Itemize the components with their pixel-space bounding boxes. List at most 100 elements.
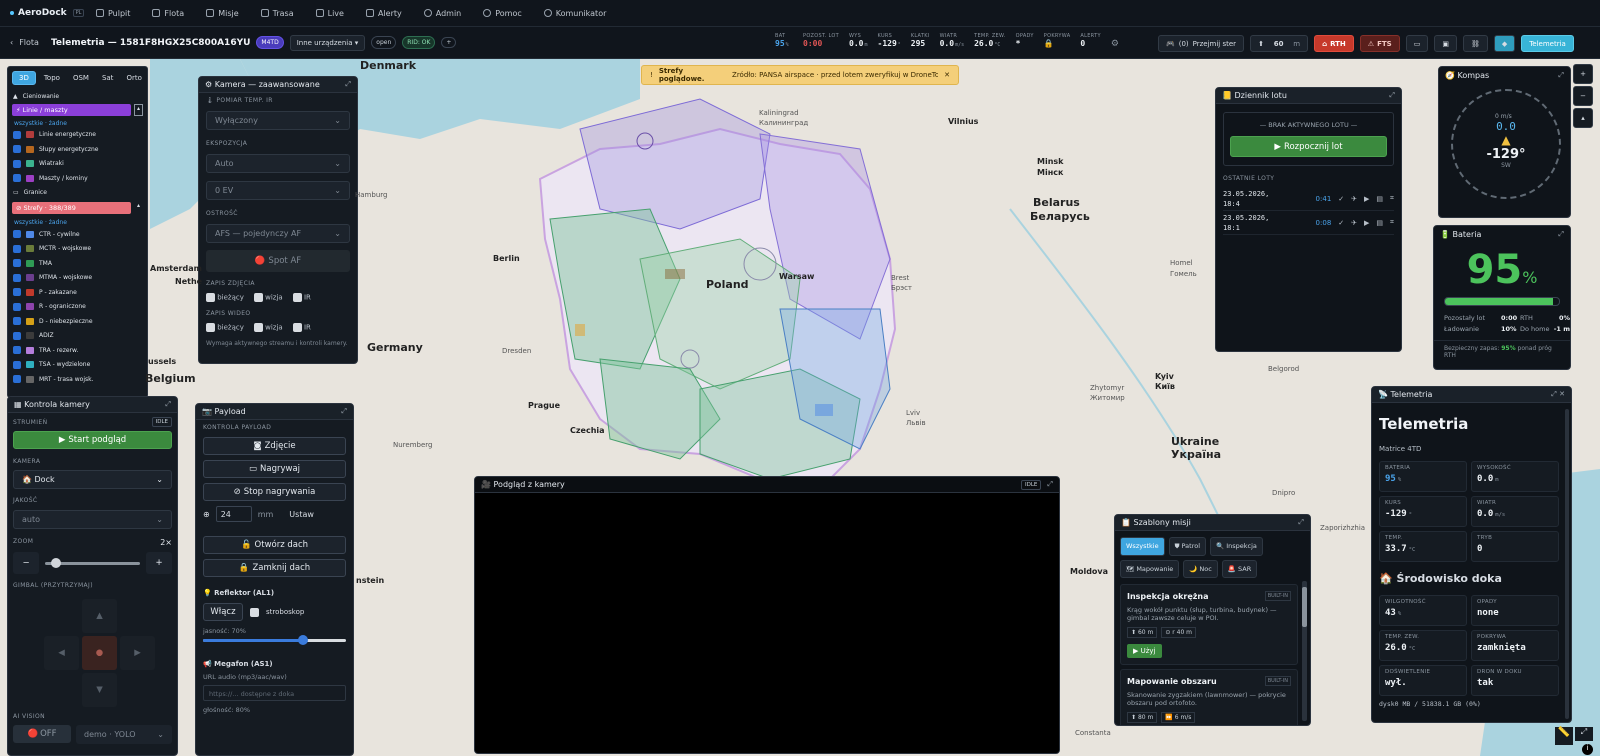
layer-checkbox[interactable]: [13, 273, 21, 282]
layer-item[interactable]: D - niebezpieczne: [8, 314, 147, 329]
document-icon[interactable]: ▤: [1376, 195, 1383, 203]
map-icon[interactable]: ⌗: [1390, 218, 1394, 227]
mission-filter-4[interactable]: 🌙 Noc: [1183, 560, 1218, 578]
layer-item[interactable]: Wiatraki: [8, 157, 147, 172]
zoom-out-button[interactable]: −: [1573, 86, 1593, 106]
tab-osm[interactable]: OSM: [68, 71, 94, 85]
compass-reset-button[interactable]: ▴: [1573, 108, 1593, 128]
settings-icon[interactable]: ⚙: [1111, 39, 1119, 49]
drone-icon[interactable]: ✈: [1351, 219, 1357, 227]
tab-3d[interactable]: 3D: [12, 71, 36, 85]
mission-filter-5[interactable]: 🚨 SAR: [1221, 560, 1258, 578]
link-icon[interactable]: ⛓: [1462, 35, 1488, 52]
brightness-thumb[interactable]: [298, 635, 309, 645]
preview-header[interactable]: 🎥 Podgląd z kamery IDLE ⤢: [475, 477, 1059, 493]
play-icon[interactable]: ▶: [1364, 195, 1369, 203]
layer-item[interactable]: Maszty / kominy: [8, 171, 147, 186]
camera-advanced-header[interactable]: ⚙ Kamera — zaawansowane ⤢: [199, 77, 357, 93]
mission-filter-1[interactable]: ⛊ Patrol: [1168, 537, 1207, 556]
photo-option-wide[interactable]: wizja: [253, 293, 283, 302]
map-icon[interactable]: ⌗: [1390, 194, 1394, 203]
quality-select[interactable]: auto ⌄: [13, 510, 172, 529]
start-flight-button[interactable]: ▶ Rozpocznij lot: [1230, 136, 1387, 157]
document-icon[interactable]: ▤: [1376, 219, 1383, 227]
map-layer-icon[interactable]: ◆: [1493, 35, 1516, 52]
gimbal-center-button[interactable]: ●: [82, 636, 117, 670]
banner-close-icon[interactable]: ✕: [944, 71, 950, 79]
zoom-minus-button[interactable]: −: [13, 552, 39, 574]
exposure-select[interactable]: Auto ⌄: [206, 154, 350, 173]
nav-pulpit[interactable]: Pulpit: [96, 9, 130, 18]
language-badge[interactable]: PL: [72, 9, 85, 17]
check-icon[interactable]: ✓: [1338, 219, 1344, 227]
layer-item[interactable]: P - zakazane: [8, 285, 147, 300]
stop-record-button[interactable]: ⊘ Stop nagrywania: [203, 483, 346, 501]
layer-checkbox[interactable]: [13, 302, 21, 311]
layer-checkbox[interactable]: [13, 317, 21, 326]
video-option-ir[interactable]: IR: [292, 323, 311, 332]
group-zones-button[interactable]: ⊘ Strefy · 388/389: [12, 202, 131, 214]
nav-trasa[interactable]: Trasa: [260, 9, 294, 18]
expand-icon[interactable]: ⤢: [1558, 230, 1564, 239]
lines-all-none[interactable]: wszystkie · żadne: [8, 116, 147, 128]
missions-header[interactable]: 📋 Szablony misji ⤢: [1115, 515, 1310, 531]
ev-select[interactable]: 0 EV ⌄: [206, 181, 350, 200]
nav-komunikator[interactable]: Komunikator: [543, 9, 606, 18]
battery-header[interactable]: 🔋 Bateria ⤢: [1434, 226, 1570, 242]
expand-icon[interactable]: ⤢: [1298, 518, 1304, 527]
check-icon[interactable]: ✓: [1338, 195, 1344, 203]
record-button[interactable]: ▭ Nagrywaj: [203, 460, 346, 478]
layer-checkbox[interactable]: [13, 174, 21, 183]
photo-option-current[interactable]: bieżący: [206, 293, 244, 302]
zoom-slider-thumb[interactable]: [51, 557, 61, 568]
open-roof-button[interactable]: 🔓 Otwórz dach: [203, 536, 346, 554]
layer-item[interactable]: R - ograniczone: [8, 300, 147, 315]
video-area[interactable]: [475, 493, 1059, 753]
light-on-button[interactable]: Włącz: [203, 603, 243, 621]
expand-icon[interactable]: ⤢: [1558, 71, 1564, 80]
gamepad-button[interactable]: 🎮 (0) Przejmij ster: [1158, 35, 1245, 52]
layer-checkbox[interactable]: [13, 331, 21, 340]
layer-item[interactable]: ADIZ: [8, 329, 147, 344]
camera-control-header[interactable]: ▦ Kontrola kamery ⤢: [8, 397, 177, 413]
flight-row[interactable]: 23.05.2026, 18:4 0:41 ✓ ✈ ▶ ▤ ⌗: [1223, 187, 1394, 211]
nav-flota[interactable]: Flota: [152, 9, 184, 18]
spot-af-button[interactable]: 🔴 Spot AF: [206, 250, 350, 272]
focal-input[interactable]: 24: [215, 506, 252, 522]
ai-toggle-button[interactable]: 🔴 OFF: [13, 725, 71, 743]
group-lines-button[interactable]: ⚡ Linie / maszty: [12, 103, 131, 116]
ruler-tool-button[interactable]: 📏: [1555, 727, 1573, 745]
layer-checkbox[interactable]: [13, 375, 21, 384]
back-to-fleet-link[interactable]: Flota: [19, 38, 39, 47]
brightness-slider[interactable]: [203, 635, 346, 645]
ir-select[interactable]: Wyłączony ⌄: [206, 111, 350, 130]
gimbal-up-button[interactable]: ▲: [82, 599, 117, 633]
mission-filter-2[interactable]: 🔍 Inspekcja: [1210, 537, 1263, 556]
checkbox[interactable]: [253, 293, 263, 302]
tab-topo[interactable]: Topo: [39, 71, 65, 85]
missions-scrollbar[interactable]: [1302, 581, 1307, 721]
gimbal-left-button[interactable]: ◀: [44, 636, 79, 670]
borders-toggle[interactable]: ▭ Granice: [8, 186, 147, 201]
use-mission-button[interactable]: ▶ Użyj: [1127, 644, 1162, 658]
fullscreen-button[interactable]: ⤢: [1575, 727, 1593, 741]
play-icon[interactable]: ▶: [1364, 219, 1369, 227]
gimbal-down-button[interactable]: ▼: [82, 673, 117, 707]
video-option-current[interactable]: bieżący: [206, 323, 244, 332]
nav-live[interactable]: Live: [315, 9, 344, 18]
layer-item[interactable]: TRA - rezerw.: [8, 343, 147, 358]
fts-button[interactable]: ⚠ FTS: [1359, 35, 1400, 52]
layer-item[interactable]: CTR - cywilne: [8, 227, 147, 242]
layer-item[interactable]: MRT - trasa wojsk.: [8, 372, 147, 387]
compass-header[interactable]: 🧭 Kompas ⤢: [1439, 67, 1570, 83]
payload-header[interactable]: 📷 Payload ⤢: [196, 404, 353, 420]
info-icon[interactable]: i: [1582, 744, 1593, 755]
video-option-wide[interactable]: wizja: [253, 323, 283, 332]
layer-checkbox[interactable]: [13, 230, 21, 239]
tab-orto[interactable]: Orto: [121, 71, 146, 85]
checkbox[interactable]: [206, 293, 215, 302]
device-select[interactable]: Inne urządzenia ▾: [289, 34, 366, 51]
mission-card[interactable]: Mapowanie obszaru BUILT-IN Skanowanie zygz…: [1120, 669, 1298, 725]
zoom-in-button[interactable]: +: [1573, 64, 1593, 84]
flight-row[interactable]: 23.05.2026, 18:1 0:08 ✓ ✈ ▶ ▤ ⌗: [1223, 211, 1394, 235]
